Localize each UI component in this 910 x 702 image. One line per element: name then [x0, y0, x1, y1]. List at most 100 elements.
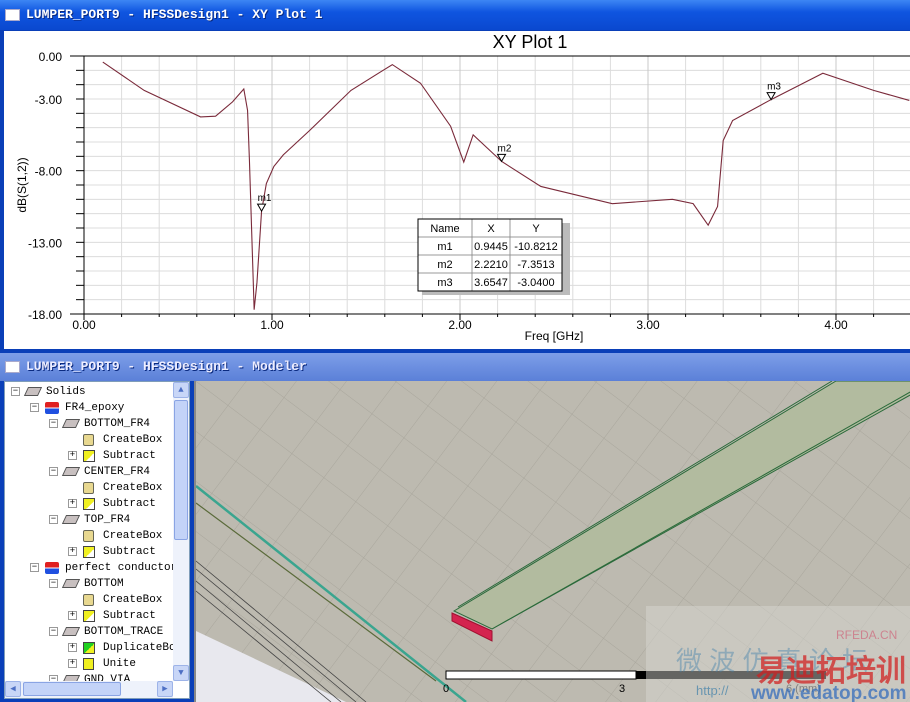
tree-item-label: BOTTOM_FR4: [84, 418, 151, 430]
x-tick-label: 0.00: [72, 318, 96, 332]
collapse-icon[interactable]: −: [49, 467, 58, 476]
table-value: 2.2210: [474, 259, 508, 271]
tree-item-label: CENTER_FR4: [84, 466, 151, 478]
svg-text:RFEDA.CN: RFEDA.CN: [836, 628, 897, 642]
tree-item-label: BOTTOM_TRACE: [84, 626, 164, 638]
tree-item[interactable]: + Subtract: [5, 544, 173, 560]
y-tick-label: -13.00: [28, 236, 62, 250]
tree-item[interactable]: − CENTER_FR4: [5, 464, 173, 480]
tree-item-label: FR4_epoxy: [65, 402, 125, 414]
table-header: Y: [532, 223, 540, 235]
subtract-icon: [83, 546, 95, 558]
svg-text:http://: http://: [696, 683, 729, 698]
tree-item[interactable]: − BOTTOM_FR4: [5, 416, 173, 432]
createbox-icon: [83, 530, 94, 542]
tree-item-label: Subtract: [103, 610, 156, 622]
tree-item-label: TOP_FR4: [84, 514, 131, 526]
tree-item[interactable]: − FR4_epoxy: [5, 400, 173, 416]
solid-icon: [61, 419, 81, 428]
table-header: Name: [430, 223, 459, 235]
tree-item[interactable]: − TOP_FR4: [5, 512, 173, 528]
collapse-icon[interactable]: −: [49, 579, 58, 588]
tree-item-label: CreateBox: [103, 482, 163, 494]
tree-item-label: Unite: [103, 658, 137, 670]
marker-m1-icon: [256, 203, 267, 213]
3d-modeler-view[interactable]: 0 3 6 (mm) 微 波 仿 真 论 坛 RFEDA.CN 易迪拓培训 ht…: [194, 381, 910, 702]
expand-icon[interactable]: +: [68, 643, 77, 652]
tree-item[interactable]: CreateBox: [5, 592, 173, 608]
model-tree[interactable]: − Solids − FR4_epoxy − BOTTOM_FR4 CreateBox + Su…: [4, 381, 190, 699]
window-icon: [5, 361, 20, 373]
tree-item-label: perfect conductor: [65, 562, 178, 574]
tree-item[interactable]: + DuplicateBody: [5, 640, 189, 656]
modeler-window-titlebar[interactable]: LUMPER_PORT9 - HFSSDesign1 - Modeler: [0, 353, 910, 381]
horizontal-scrollbar[interactable]: ◀ ▶: [5, 681, 173, 698]
collapse-icon[interactable]: −: [49, 515, 58, 524]
tree-item[interactable]: − perfect conductor: [5, 560, 177, 576]
expand-icon[interactable]: +: [68, 659, 77, 668]
scroll-up-button[interactable]: ▲: [173, 382, 189, 398]
tree-item[interactable]: + Subtract: [5, 496, 173, 512]
scroll-down-button[interactable]: ▼: [173, 665, 189, 681]
window-icon: [5, 9, 20, 21]
marker-label: m1: [258, 193, 272, 204]
expand-icon[interactable]: +: [68, 611, 77, 620]
createbox-icon: [83, 434, 94, 446]
subtract-icon: [83, 610, 95, 622]
tree-item[interactable]: − Solids: [5, 384, 173, 400]
y-tick-label: -8.00: [35, 165, 63, 179]
chart-title: XY Plot 1: [493, 32, 568, 52]
tree-item-label: Subtract: [103, 450, 156, 462]
createbox-icon: [83, 482, 94, 494]
scroll-left-button[interactable]: ◀: [5, 681, 21, 697]
tree-item[interactable]: − BOTTOM_TRACE: [5, 624, 173, 640]
plot-canvas: 0.00 -3.00 -8.00 -13.00 -18.00 0.00 1.00 2.00 3.…: [15, 32, 910, 343]
hscroll-thumb[interactable]: [23, 682, 121, 696]
collapse-icon[interactable]: −: [11, 387, 20, 396]
scale-label-3: 3: [619, 683, 625, 695]
expand-icon[interactable]: +: [68, 547, 77, 556]
tree-item[interactable]: CreateBox: [5, 432, 173, 448]
table-value: -3.0400: [517, 277, 554, 289]
tree-item[interactable]: CreateBox: [5, 528, 173, 544]
collapse-icon[interactable]: −: [30, 563, 39, 572]
xy-plot[interactable]: 0.00 -3.00 -8.00 -13.00 -18.00 0.00 1.00 2.00 3.…: [4, 31, 910, 349]
table-value: 3.6547: [474, 277, 508, 289]
marker-label: m3: [767, 82, 781, 93]
scale-bar-white: [445, 670, 637, 680]
subtract-icon: [83, 498, 95, 510]
collapse-icon[interactable]: −: [30, 403, 39, 412]
scroll-thumb[interactable]: [174, 400, 188, 540]
tree-item-label: Subtract: [103, 498, 156, 510]
watermark: 微 波 仿 真 论 坛 RFEDA.CN 易迪拓培训 http:// www.e…: [646, 606, 910, 702]
tree-item-label: CreateBox: [103, 530, 163, 542]
table-value: -7.3513: [517, 259, 554, 271]
scroll-right-button[interactable]: ▶: [157, 681, 173, 697]
tree-item[interactable]: CreateBox: [5, 480, 173, 496]
tree-item[interactable]: + Subtract: [5, 608, 173, 624]
expand-icon[interactable]: +: [68, 451, 77, 460]
tree-item-label: Subtract: [103, 546, 156, 558]
expand-icon[interactable]: +: [68, 499, 77, 508]
tree-item[interactable]: − BOTTOM: [5, 576, 173, 592]
x-axis-label: Freq [GHz]: [525, 329, 584, 343]
marker-label: m2: [498, 143, 512, 154]
plot-window-titlebar[interactable]: LUMPER_PORT9 - HFSSDesign1 - XY Plot 1: [0, 0, 910, 30]
scale-label-0: 0: [443, 683, 449, 695]
tree-item[interactable]: + Subtract: [5, 448, 173, 464]
collapse-icon[interactable]: −: [49, 627, 58, 636]
3d-scene: 0 3 6 (mm) 微 波 仿 真 论 坛 RFEDA.CN 易迪拓培训 ht…: [196, 381, 910, 702]
tree-item-label: Solids: [46, 386, 86, 398]
table-value: m3: [437, 277, 452, 289]
solid-icon: [61, 579, 81, 588]
collapse-icon[interactable]: −: [49, 419, 58, 428]
marker-m2-icon: [496, 153, 507, 163]
vertical-scrollbar[interactable]: ▲ ▼: [173, 382, 189, 681]
x-tick-label: 3.00: [636, 318, 660, 332]
y-tick-label: -3.00: [35, 93, 63, 107]
table-value: m1: [437, 241, 452, 253]
table-value: m2: [437, 259, 452, 271]
tree-item[interactable]: + Unite: [5, 656, 173, 672]
x-tick-label: 1.00: [260, 318, 284, 332]
modeler-window-title: LUMPER_PORT9 - HFSSDesign1 - Modeler: [26, 359, 307, 374]
